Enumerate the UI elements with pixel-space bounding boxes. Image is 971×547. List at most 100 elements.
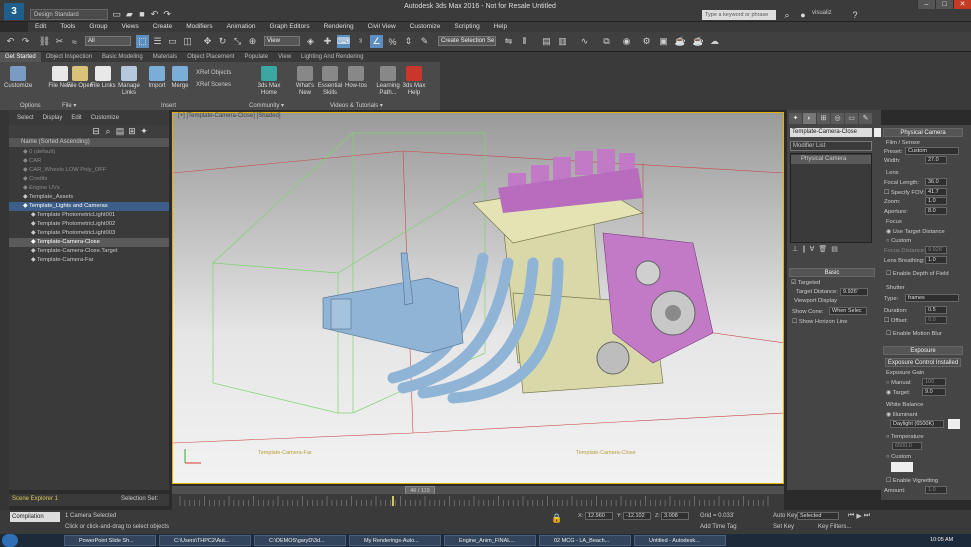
hierarchy-tab-icon[interactable]: ⊞ xyxy=(817,113,830,124)
rotate-icon[interactable]: ↻ xyxy=(216,35,229,48)
exposure-control-button[interactable]: Exposure Control Installed xyxy=(885,358,961,367)
align-icon[interactable]: ⫴ xyxy=(518,35,531,48)
scene-tree-row[interactable]: ◆ Engine UVs xyxy=(9,184,169,193)
redo-icon[interactable]: ↷ xyxy=(19,35,32,48)
maxscript-listener[interactable]: Compilation xyxy=(10,512,60,522)
fov-field[interactable]: 41.7 xyxy=(925,188,947,196)
tab-lighting-rendering[interactable]: Lighting And Rendering xyxy=(296,52,368,62)
search-input[interactable]: Type a keyword or phrase xyxy=(702,10,776,20)
taskbar-item[interactable]: 02 MCG - LA_Beach... xyxy=(539,535,631,546)
whats-new-button[interactable]: What's New xyxy=(291,66,319,97)
illuminant-color-swatch[interactable] xyxy=(948,419,960,429)
se-menu-select[interactable]: Select xyxy=(17,115,34,125)
group-community[interactable]: Community ▾ xyxy=(249,102,284,110)
y-coord-field[interactable]: -12.102 xyxy=(623,512,651,520)
selection-filter-dropdown[interactable]: All xyxy=(85,36,131,46)
manual-iso-field[interactable]: 100 xyxy=(922,378,946,386)
tab-get-started[interactable]: Get Started xyxy=(0,52,41,62)
scene-tree-row[interactable]: ◆ CAR_Wheels LOW Poly_OFF xyxy=(9,166,169,175)
auto-key-button[interactable]: Auto Key xyxy=(773,513,797,519)
angle-snap-icon[interactable]: ∠ xyxy=(370,35,383,48)
custom-focus-radio[interactable]: ○ Custom xyxy=(886,237,911,245)
maximize-button[interactable]: □ xyxy=(935,0,953,9)
essential-skills-button[interactable]: Essential Skills xyxy=(316,66,344,97)
show-end-result-icon[interactable]: ∥ xyxy=(802,245,806,255)
play-icon[interactable]: ▶ xyxy=(856,512,861,522)
select-object-icon[interactable]: ⬚ xyxy=(136,35,149,48)
mirror-icon[interactable]: ⇋ xyxy=(502,35,515,48)
max-home-button[interactable]: 3ds Max Home xyxy=(255,66,283,97)
go-end-icon[interactable]: ⏭ xyxy=(864,512,870,522)
scene-explorer-name[interactable]: Scene Explorer 1 xyxy=(12,496,58,502)
duration-field[interactable]: 0.5 xyxy=(925,306,947,314)
offset-field[interactable]: 0.0 xyxy=(925,316,947,324)
menu-rendering[interactable]: Rendering xyxy=(317,22,361,32)
utilities-tab-icon[interactable]: ✎ xyxy=(859,113,872,124)
a360-render-icon[interactable]: ☁ xyxy=(708,35,721,48)
tab-populate[interactable]: Populate xyxy=(239,52,273,62)
group-videos-tutorials[interactable]: Videos & Tutorials ▾ xyxy=(330,102,383,110)
spinner-snap-icon[interactable]: ⇕ xyxy=(402,35,415,48)
temperature-radio[interactable]: ○ Temperature xyxy=(886,433,924,441)
temperature-field[interactable]: 6500.0 xyxy=(892,442,922,450)
illuminant-dropdown[interactable]: Daylight (6500K) xyxy=(890,420,944,428)
modify-tab-icon[interactable]: ◐ xyxy=(803,113,816,124)
stack-item-physical-camera[interactable]: Physical Camera xyxy=(791,155,871,164)
show-cone-dropdown[interactable]: When Selec xyxy=(829,307,867,315)
user-icon[interactable]: ● xyxy=(798,10,808,20)
se-menu-customize[interactable]: Customize xyxy=(91,115,119,125)
lock-selection-icon[interactable]: 🔒 xyxy=(551,513,562,523)
viewport[interactable] xyxy=(172,112,784,484)
enable-dof-checkbox[interactable]: ☐ Enable Depth of Field xyxy=(886,270,949,278)
save-icon[interactable]: ■ xyxy=(137,9,147,20)
scene-tree-row[interactable]: ◆ CAR xyxy=(9,157,169,166)
render-setup-icon[interactable]: ⚙ xyxy=(640,35,653,48)
unlink-icon[interactable]: ✂ xyxy=(53,35,66,48)
illuminant-radio[interactable]: ◉ Illuminant xyxy=(886,411,917,419)
scene-tree-row[interactable]: ◆ Template PhotometricLight001 xyxy=(9,211,169,220)
placement-icon[interactable]: ⊕ xyxy=(246,35,259,48)
scene-tree-row[interactable]: ◆ 0 (default) xyxy=(9,148,169,157)
taskbar-item[interactable]: C:\Users\THPC2\Aut... xyxy=(159,535,251,546)
rect-selection-icon[interactable]: ▭ xyxy=(166,35,179,48)
bind-spacewarp-icon[interactable]: ≈ xyxy=(68,35,81,48)
menu-civil-view[interactable]: Civil View xyxy=(361,22,403,32)
percent-snap-icon[interactable]: % xyxy=(386,35,399,48)
move-icon[interactable]: ✥ xyxy=(201,35,214,48)
se-menu-edit[interactable]: Edit xyxy=(71,115,81,125)
menu-views[interactable]: Views xyxy=(114,22,145,32)
preset-dropdown[interactable]: Custom xyxy=(905,147,959,155)
remove-modifier-icon[interactable]: 🗑 xyxy=(818,245,827,255)
motion-tab-icon[interactable]: ◎ xyxy=(831,113,844,124)
new-file-icon[interactable]: ▭ xyxy=(112,9,122,20)
tab-materials[interactable]: Materials xyxy=(148,52,182,62)
tab-object-placement[interactable]: Object Placement xyxy=(182,52,239,62)
key-set-dropdown[interactable]: Selected xyxy=(797,512,839,520)
pivot-center-icon[interactable]: ◈ xyxy=(304,35,317,48)
add-time-tag[interactable]: Add Time Tag xyxy=(700,524,737,530)
xref-objects-button[interactable]: XRef Objects xyxy=(196,70,231,76)
targeted-checkbox[interactable]: ☑ Targeted xyxy=(791,279,820,287)
taskbar-item[interactable]: My Renderings-Auto... xyxy=(349,535,441,546)
viewport-label[interactable]: [+] [Template-Camera-Close] [Shaded] xyxy=(178,113,281,119)
specify-fov-checkbox[interactable]: ☐ Specify FOV: xyxy=(884,189,925,197)
taskbar-item[interactable]: Engine_Anim_FINAL... xyxy=(444,535,536,546)
window-crossing-icon[interactable]: ◫ xyxy=(181,35,194,48)
modifier-list-dropdown[interactable]: Modifier List xyxy=(790,141,872,151)
target-ev-radio[interactable]: ◉ Target: xyxy=(886,389,910,397)
lens-breathing-field[interactable]: 1.0 xyxy=(925,256,947,264)
edit-named-sel-icon[interactable]: ✎ xyxy=(418,35,431,48)
snaps-toggle-icon[interactable]: ³ xyxy=(354,35,367,48)
select-manipulate-icon[interactable]: ✚ xyxy=(321,35,334,48)
curve-editor-icon[interactable]: ∿ xyxy=(578,35,591,48)
make-unique-icon[interactable]: ∀ xyxy=(810,245,815,255)
key-filters-button[interactable]: Key Filters... xyxy=(818,524,851,530)
motion-blur-checkbox[interactable]: ☐ Enable Motion Blur xyxy=(886,330,942,338)
taskbar-item[interactable]: C:\DEMOS\garyD\3d... xyxy=(254,535,346,546)
basic-rollout-header[interactable]: Basic xyxy=(789,268,875,277)
create-tab-icon[interactable]: ✦ xyxy=(789,113,802,124)
rendered-frame-icon[interactable]: ▣ xyxy=(657,35,670,48)
scene-tree-row[interactable]: ◆ Template PhotometricLight003 xyxy=(9,229,169,238)
scene-tree-row[interactable]: ◆ Template-Camera-Far xyxy=(9,256,169,265)
ribbon-toggle-icon[interactable]: ▥ xyxy=(556,35,569,48)
